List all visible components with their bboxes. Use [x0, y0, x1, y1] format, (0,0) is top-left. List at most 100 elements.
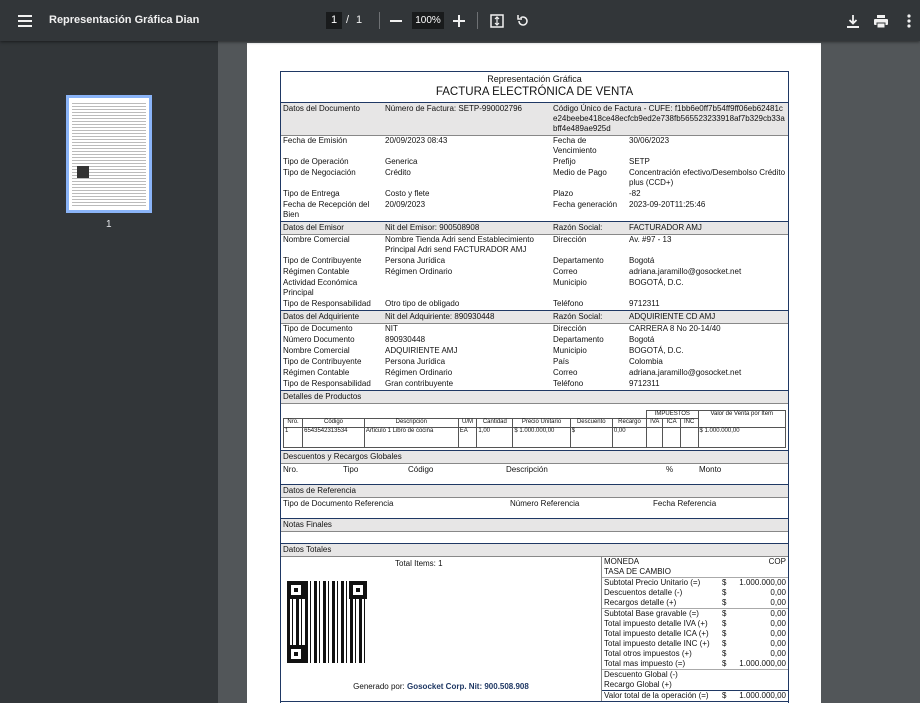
total-label: Recargo Global (+) [604, 679, 672, 689]
descuentos-column: Descripción [506, 464, 548, 474]
total-currency [722, 680, 732, 690]
total-currency: $ [722, 597, 727, 607]
product-column-header: IVA [646, 418, 664, 428]
field-cell: Teléfono [553, 299, 584, 309]
zoom-in-icon[interactable] [448, 10, 470, 32]
total-label: Total mas impuesto (=) [604, 658, 686, 668]
download-icon[interactable] [842, 10, 864, 32]
field-cell: 30/06/2023 [629, 136, 670, 146]
zoom-out-icon[interactable] [385, 10, 407, 32]
field-cell: Nombre Comercial [283, 346, 350, 356]
section-label: Datos del Documento [283, 103, 360, 113]
total-value: 0,00 [770, 608, 786, 618]
field-cell: Dirección [553, 324, 587, 334]
product-column-header: Nro. [282, 418, 304, 428]
print-icon[interactable] [870, 10, 892, 32]
field-cell: Tipo de Documento [283, 324, 353, 334]
document-title: Representación Gráfica Dian [49, 14, 200, 26]
product-column-header: Código [302, 418, 365, 428]
total-value: 1.000.000,00 [739, 577, 786, 587]
section-head-cell: Nit del Adquiriente: 890930448 [385, 311, 495, 321]
field-cell: Tipo de Responsabilidad [283, 379, 371, 389]
field-cell: Tipo de Contribuyente [283, 256, 362, 266]
descuentos-column: Monto [699, 464, 722, 474]
totales-title: Datos Totales [281, 542, 788, 557]
rotate-icon[interactable] [512, 10, 534, 32]
field-cell: Fecha generación [553, 200, 618, 210]
total-currency: $ [722, 658, 727, 668]
total-currency: $ [722, 690, 727, 700]
section-head-cell: Razón Social: [553, 222, 603, 232]
generado-por: Generado por: Gosocket Corp. Nit: 900.50… [281, 681, 601, 693]
page-thumbnail[interactable] [66, 95, 152, 213]
field-cell: ADQUIRIENTE AMJ [385, 346, 458, 356]
section-head-cell: Datos del Adquiriente [283, 311, 360, 321]
field-cell: Régimen Contable [283, 368, 350, 378]
total-row: Valor total de la operación (=) $1.000.00… [602, 689, 788, 701]
fit-page-icon[interactable] [486, 10, 508, 32]
page-number-input[interactable]: 1 [326, 12, 342, 29]
field-cell [385, 278, 553, 299]
product-column-header: ICA [662, 418, 681, 428]
field-cell: Colombia [629, 357, 663, 367]
total-items: Total Items: 1 [395, 558, 443, 568]
toolbar-divider [477, 12, 478, 29]
productos-title: Detalles de Productos [281, 389, 788, 404]
descuentos-title: Descuentos y Recargos Globales [281, 449, 788, 464]
total-row: Descuento Global (-) [602, 668, 788, 680]
product-cell: $ [569, 426, 613, 448]
document-viewer[interactable]: Representación Gráfica FACTURA ELECTRÓNI… [218, 41, 920, 703]
product-cell: 6543542313534 [302, 426, 365, 448]
field-cell: Persona Jurídica [385, 256, 446, 266]
field-cell: Nombre Comercial [283, 235, 350, 245]
field-cell: Fecha de Vencimiento [553, 136, 597, 156]
total-value: COP [768, 556, 786, 566]
totales-right: MONEDA COP TASA DE CAMBIO Subtotal Precio U… [601, 556, 788, 701]
field-cell: SETP [629, 157, 650, 167]
field-cell: Tipo de Responsabilidad [283, 299, 371, 309]
field-cell: adriana.jaramillo@gosocket.net [629, 267, 742, 277]
field-cell: Av. #97 - 13 [629, 235, 672, 245]
notas-title: Notas Finales [281, 517, 788, 532]
field-cell: 9712311 [629, 379, 660, 389]
section-head-cell: Nit del Emisor: 900508908 [385, 222, 480, 232]
total-value: 0,00 [770, 638, 786, 648]
menu-icon[interactable] [14, 10, 36, 32]
pdf-page: Representación Gráfica FACTURA ELECTRÓNI… [247, 43, 821, 703]
field-cell: Actividad Económica Principal [283, 278, 358, 298]
descuentos-column: Tipo [343, 464, 359, 474]
referencia-columns: Tipo de Documento Referencia Número Refer… [281, 498, 788, 510]
total-currency: $ [722, 618, 727, 628]
product-column-header: Descripción [363, 418, 459, 428]
product-column-header: Cantidad [476, 418, 514, 428]
zoom-level-input[interactable]: 100% [412, 12, 444, 29]
field-cell: Número Documento [283, 335, 355, 345]
product-cell: $ 1.000.000,00 [512, 426, 571, 448]
total-label: Subtotal Base gravable (=) [604, 608, 699, 618]
totales-left: Total Items: 1 Generado por: Gosocket Co… [281, 557, 601, 693]
field-cell: Tipo de Entrega [283, 189, 340, 199]
more-options-icon[interactable] [898, 10, 920, 32]
product-cell [662, 426, 681, 448]
total-currency [722, 567, 732, 577]
total-currency [722, 670, 732, 680]
total-row: Total impuesto detalle IVA (+) $0,00 [602, 619, 788, 629]
total-value [732, 680, 786, 690]
emisor-section: Datos del Emisor Nit del Emisor: 90050890… [281, 220, 788, 310]
referencia-column: Fecha Referencia [653, 498, 717, 508]
total-currency [722, 557, 732, 567]
field-cell: Municipio [553, 278, 587, 288]
invoice-title: FACTURA ELECTRÓNICA DE VENTA [435, 86, 634, 99]
product-cell: Articulo 1 Libro de cocina [363, 426, 459, 448]
field-cell: BOGOTÁ, D.C. [629, 278, 684, 288]
total-currency: $ [722, 577, 727, 587]
page-total: 1 [356, 14, 363, 26]
field-cell: Persona Jurídica [385, 357, 446, 367]
field-cell: -82 [629, 189, 641, 199]
total-currency: $ [722, 648, 727, 658]
field-cell: País [553, 357, 570, 367]
generado-prefix: Generado por: [353, 681, 405, 691]
thumbnail-page-number: 1 [106, 219, 112, 230]
field-cell: 20/09/2023 08:43 [385, 136, 448, 146]
invoice-number: Número de Factura: SETP-990002796 [385, 103, 522, 113]
